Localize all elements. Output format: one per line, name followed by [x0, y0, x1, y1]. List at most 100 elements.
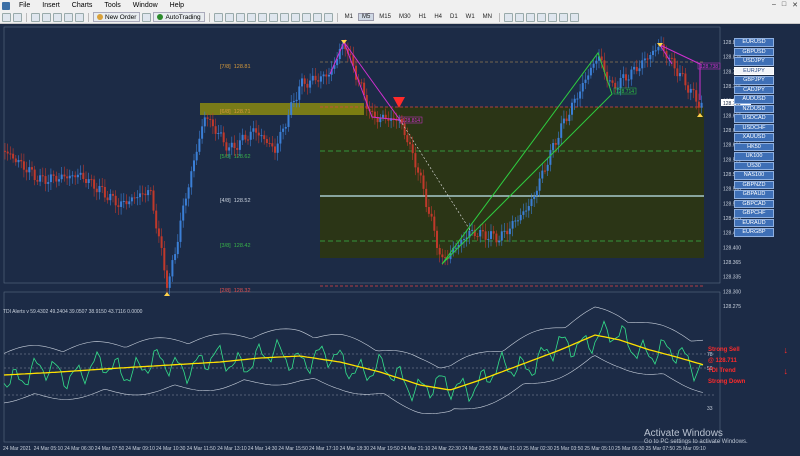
- candle-body: [311, 75, 314, 81]
- candle-body: [222, 132, 225, 143]
- alert-text: Strong Down: [708, 378, 746, 385]
- candle-body: [484, 231, 487, 240]
- candle-body: [39, 175, 42, 182]
- tf-mn[interactable]: MN: [480, 14, 495, 20]
- new-order-button[interactable]: New Order: [93, 12, 141, 22]
- symbol-button-gbpnzd[interactable]: GBPNZD: [734, 180, 774, 189]
- candle-body: [20, 159, 23, 162]
- symbol-button-hk50[interactable]: HK50: [734, 142, 774, 151]
- time-axis: 24 Mar 2021 24 Mar 05:10 24 Mar 06:30 24 Ma…: [0, 444, 800, 456]
- down-arrow-icon: ↓: [783, 345, 789, 355]
- crosshair-icon[interactable]: [504, 12, 513, 22]
- tf-w1[interactable]: W1: [463, 14, 478, 20]
- menu-file[interactable]: File: [13, 0, 36, 11]
- terminal-icon[interactable]: [64, 12, 73, 22]
- bar-chart-icon[interactable]: [213, 12, 223, 22]
- text-tool-icon[interactable]: [559, 12, 568, 22]
- candle-body: [614, 82, 617, 89]
- candle-body: [417, 167, 420, 173]
- fib-label-3-8: [3/8] 128.42: [220, 243, 251, 249]
- symbol-button-uk100[interactable]: UK100: [734, 152, 774, 161]
- menu-help[interactable]: Help: [164, 0, 190, 11]
- templates-icon[interactable]: [323, 12, 333, 22]
- candle-body: [349, 53, 352, 55]
- alert-row: Strong Sell ↓: [708, 345, 788, 356]
- candle-body: [166, 270, 168, 288]
- symbol-button-xauusd[interactable]: XAUUSD: [734, 133, 774, 142]
- symbol-button-euraud[interactable]: EURAUD: [734, 218, 774, 227]
- chart-shift-icon[interactable]: [290, 12, 300, 22]
- symbol-button-usdjpy[interactable]: USDJPY: [734, 57, 774, 66]
- symbol-button-gbpchf[interactable]: GBPCHF: [734, 209, 774, 218]
- chart-canvas[interactable]: [7/8] 128.81 [6/8] 128.71 [5/8] 128.62 [4/8…: [0, 25, 800, 456]
- arrows-icon[interactable]: [570, 12, 579, 22]
- candle-body: [282, 128, 285, 132]
- candle-body: [85, 178, 87, 184]
- candle-body: [533, 195, 536, 200]
- symbol-button-gbpusd[interactable]: GBPUSD: [734, 47, 774, 56]
- menu-window[interactable]: Window: [127, 0, 164, 11]
- candle-body: [33, 169, 36, 181]
- symbol-button-us30[interactable]: US30: [734, 161, 774, 170]
- tester-icon[interactable]: [75, 12, 84, 22]
- tf-m1[interactable]: M1: [342, 14, 356, 20]
- close-icon[interactable]: ✕: [792, 1, 798, 9]
- candle-body: [517, 220, 519, 222]
- indicators-icon[interactable]: [301, 12, 311, 22]
- minimize-icon[interactable]: –: [772, 1, 776, 9]
- tf-h1[interactable]: H1: [416, 14, 430, 20]
- tile-windows-icon[interactable]: [268, 12, 278, 22]
- restore-icon[interactable]: □: [782, 1, 786, 9]
- candle-body: [638, 68, 641, 72]
- tf-m15[interactable]: M15: [376, 14, 394, 20]
- symbol-button-eurgbp[interactable]: EURGBP: [734, 228, 774, 237]
- tf-m5[interactable]: M5: [357, 13, 375, 21]
- tf-m30[interactable]: M30: [396, 14, 414, 20]
- line-chart-icon[interactable]: [235, 12, 245, 22]
- candle-body: [247, 139, 249, 141]
- candle-body: [112, 193, 114, 196]
- zoom-out-icon[interactable]: [257, 12, 267, 22]
- candle-body: [535, 190, 538, 196]
- symbol-button-eurjpy[interactable]: EURJPY: [734, 66, 774, 75]
- symbol-button-gbpjpy[interactable]: GBPJPY: [734, 76, 774, 85]
- tf-d1[interactable]: D1: [447, 14, 461, 20]
- vertical-line-icon[interactable]: [515, 12, 524, 22]
- time-axis-label: 24 Mar 09:10: [125, 446, 155, 452]
- time-axis-label: 24 Mar 19:50: [370, 446, 400, 452]
- menu-charts[interactable]: Charts: [66, 0, 99, 11]
- navigator-icon[interactable]: [53, 12, 62, 22]
- candle-body: [541, 170, 544, 179]
- chart-window[interactable]: [7/8] 128.81 [6/8] 128.71 [5/8] 128.62 [4/8…: [0, 25, 800, 456]
- menu-insert[interactable]: Insert: [36, 0, 66, 11]
- meta-editor-icon[interactable]: [142, 12, 152, 22]
- zoom-in-icon[interactable]: [246, 12, 256, 22]
- horizontal-line-icon[interactable]: [526, 12, 535, 22]
- symbol-button-nas100[interactable]: NAS100: [734, 171, 774, 180]
- candlestick-icon[interactable]: [224, 12, 234, 22]
- trendline-icon[interactable]: [537, 12, 546, 22]
- symbol-button-usdcad[interactable]: USDCAD: [734, 114, 774, 123]
- symbol-button-cadjpy[interactable]: CADJPY: [734, 85, 774, 94]
- fibonacci-icon[interactable]: [548, 12, 557, 22]
- symbol-button-gbpcad[interactable]: GBPCAD: [734, 199, 774, 208]
- symbol-button-audusd[interactable]: AUDUSD: [734, 95, 774, 104]
- symbol-button-usdchf[interactable]: USDCHF: [734, 123, 774, 132]
- periods-icon[interactable]: [312, 12, 322, 22]
- candle-body: [406, 135, 409, 143]
- candle-body: [409, 142, 411, 145]
- toolbar: New Order AutoTrading M1 M5 M15 M30 H1 H…: [0, 11, 800, 24]
- candle-body: [643, 58, 646, 61]
- autotrading-button[interactable]: AutoTrading: [153, 12, 205, 22]
- symbol-button-gbpaud[interactable]: GBPAUD: [734, 190, 774, 199]
- candle-body: [287, 114, 290, 127]
- autoscroll-icon[interactable]: [279, 12, 289, 22]
- profiles-icon[interactable]: [13, 12, 22, 22]
- new-chart-icon[interactable]: [2, 12, 11, 22]
- market-watch-icon[interactable]: [31, 12, 40, 22]
- tf-h4[interactable]: H4: [431, 14, 445, 20]
- symbol-button-nzdusd[interactable]: NZDUSD: [734, 104, 774, 113]
- symbol-button-eurusd[interactable]: EURUSD: [734, 38, 774, 47]
- data-window-icon[interactable]: [42, 12, 51, 22]
- menu-tools[interactable]: Tools: [98, 0, 126, 11]
